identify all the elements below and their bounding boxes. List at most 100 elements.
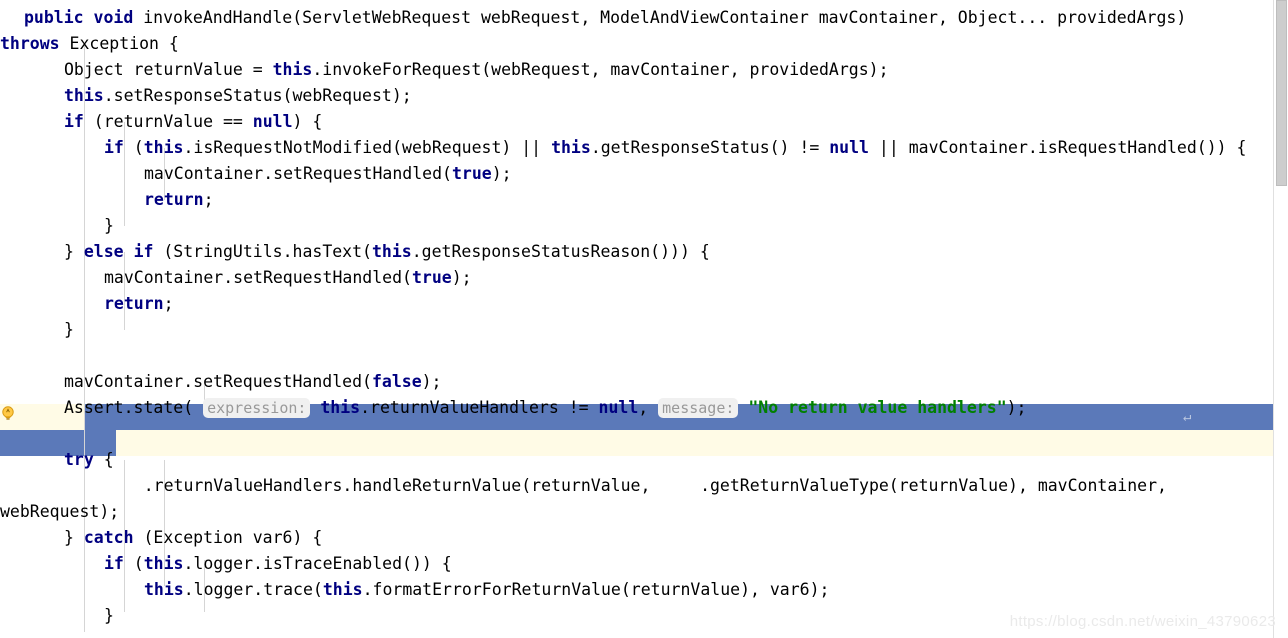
code-token: Assert.state( (64, 398, 204, 417)
watermark-text: https://blog.csdn.net/weixin_43790623 (1009, 613, 1276, 630)
code-line[interactable]: this.logger.trace(this.formatErrorForRet… (0, 577, 1288, 603)
code-line[interactable]: } catch (Exception var6) { (0, 525, 1288, 551)
code-line[interactable] (0, 421, 1288, 447)
code-token: .logger.isTraceEnabled()) { (183, 554, 452, 573)
code-line[interactable]: if (returnValue == null) { (0, 109, 1288, 135)
code-token: Object returnValue = (64, 60, 273, 79)
code-token: this (272, 60, 313, 79)
code-line[interactable]: try { (0, 447, 1288, 473)
code-token: throws (0, 34, 60, 53)
code-token: void (93, 8, 134, 27)
code-token: .getResponseStatusReason())) { (411, 242, 710, 261)
code-token: ; (203, 190, 214, 209)
code-token: .getReturnValueType(returnValue), mavCon… (700, 476, 1167, 495)
code-token: ( (123, 138, 144, 157)
code-line[interactable]: this.setResponseStatus(webRequest); (0, 83, 1288, 109)
lightbulb-icon-svg (2, 406, 14, 420)
code-token: (Exception var6) { (133, 528, 323, 547)
code-token: if (64, 112, 84, 131)
code-token: true (411, 268, 452, 287)
code-line[interactable]: mavContainer.setRequestHandled(false); (0, 369, 1288, 395)
code-token: try (64, 450, 94, 469)
code-token: this (64, 86, 104, 105)
code-token: mavContainer.setRequestHandled( (64, 372, 372, 391)
code-line[interactable]: mavContainer.setRequestHandled(true); (0, 265, 1288, 291)
code-token: this (320, 398, 361, 417)
code-token: public (24, 8, 84, 27)
code-token: "No return value handlers" (748, 398, 1007, 417)
code-token: ); (421, 372, 442, 391)
code-line[interactable]: throws Exception { (0, 31, 1288, 57)
code-token: null (829, 138, 869, 157)
code-token: .logger.trace( (183, 580, 323, 599)
code-token: else (83, 242, 124, 261)
code-token: this (371, 242, 412, 261)
code-line[interactable]: if ( this.isRequestNotModified(webRequest… (0, 135, 1288, 161)
code-line[interactable]: } (0, 213, 1288, 239)
code-token: this (660, 476, 701, 495)
code-line[interactable]: public void invokeAndHandle(ServletWebRe… (0, 5, 1288, 31)
code-token: .formatErrorForReturnValue(returnValue),… (362, 580, 830, 599)
code-token: mavContainer.setRequestHandled( (104, 268, 412, 287)
code-line[interactable]: return; (0, 291, 1288, 317)
lightbulb-icon[interactable] (0, 405, 16, 421)
code-line[interactable]: } (0, 317, 1288, 343)
code-line[interactable]: if (this.logger.isTraceEnabled()) { (0, 551, 1288, 577)
code-line[interactable]: this.returnValueHandlers.handleReturnVal… (0, 473, 1288, 499)
code-line[interactable]: webRequest); (0, 499, 1288, 525)
code-token: this (322, 580, 363, 599)
code-token: if (104, 138, 124, 157)
parameter-hint: message: (658, 398, 739, 418)
code-line[interactable]: mavContainer.setRequestHandled(true); (0, 161, 1288, 187)
code-token: .returnValueHandlers != (360, 398, 599, 417)
code-token: this (551, 138, 591, 157)
code-token: ); (451, 268, 472, 287)
code-token: this (104, 476, 144, 495)
code-editor[interactable]: public void invokeAndHandle(ServletWebRe… (0, 0, 1288, 638)
code-line[interactable] (0, 343, 1288, 369)
code-line[interactable]: Assert.state( expression: this.returnVal… (0, 395, 1288, 421)
code-line[interactable]: return; (0, 187, 1288, 213)
code-token: this (143, 554, 184, 573)
code-token: } (104, 606, 114, 625)
code-token: } (64, 242, 84, 261)
code-token: .setResponseStatus(webRequest); (103, 86, 412, 105)
code-token: , (638, 398, 659, 417)
code-token: mavContainer.setRequestHandled( (144, 164, 452, 183)
code-line[interactable]: Object returnValue = this.invokeForReque… (0, 57, 1288, 83)
code-token: null (598, 398, 639, 417)
code-token: .returnValueHandlers.handleReturnValue(r… (143, 476, 661, 495)
code-token: ) { (292, 112, 323, 131)
code-token: if (133, 242, 154, 261)
scrollbar-thumb[interactable] (1276, 0, 1287, 186)
code-token: if (104, 554, 124, 573)
code-token: .getResponseStatus() != (590, 138, 830, 157)
code-token: ( (123, 554, 144, 573)
soft-wrap-arrow-icon: ↵ (1183, 409, 1192, 425)
code-token: return (144, 190, 204, 209)
code-token: } (64, 528, 84, 547)
code-token: webRequest); (0, 502, 120, 521)
code-token: ; (163, 294, 174, 313)
code-token: || mavContainer.isRequestHandled()) { (868, 138, 1247, 157)
code-token: catch (83, 528, 134, 547)
code-token: Exception { (59, 34, 179, 53)
code-token: { (93, 450, 114, 469)
code-line[interactable] (0, 629, 1288, 638)
code-token: this (144, 580, 184, 599)
code-token: .invokeForRequest(webRequest, mavContain… (312, 60, 889, 79)
parameter-hint: expression: (203, 398, 311, 418)
code-token: ); (491, 164, 512, 183)
code-token: } (64, 320, 74, 339)
code-token: .isRequestNotModified(webRequest) || (183, 138, 552, 157)
code-line[interactable]: } else if (StringUtils.hasText(this.getR… (0, 239, 1288, 265)
code-token: } (104, 216, 114, 235)
vertical-scrollbar[interactable] (1273, 0, 1288, 638)
code-token: false (371, 372, 422, 391)
code-token: return (104, 294, 164, 313)
code-token: invokeAndHandle(ServletWebRequest webReq… (133, 8, 1187, 27)
